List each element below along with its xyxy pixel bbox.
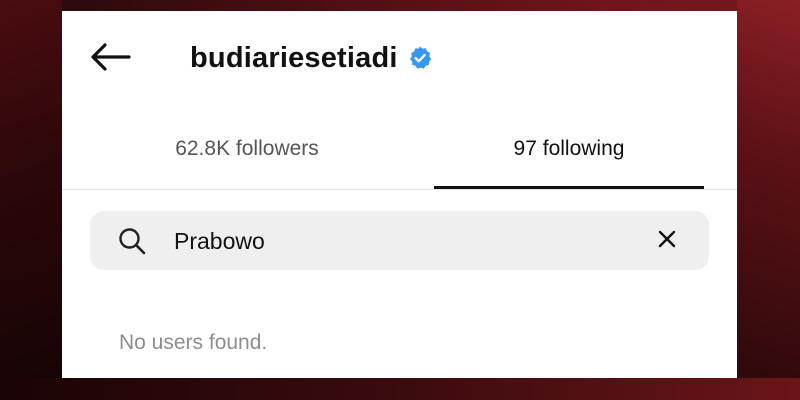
back-button[interactable] (88, 39, 132, 79)
clear-search-button[interactable] (650, 224, 684, 258)
verified-badge-icon (407, 45, 433, 71)
close-icon (657, 229, 677, 254)
backdrop-right (737, 0, 800, 400)
active-tab-indicator (434, 186, 704, 189)
search-input[interactable] (174, 221, 634, 261)
backdrop-left (0, 0, 62, 400)
tab-following[interactable]: 97 following (434, 121, 704, 189)
profile-header: budiariesetiadi (62, 11, 737, 106)
app-panel: budiariesetiadi 62.8K followers 97 follo… (62, 11, 737, 378)
profile-title: budiariesetiadi (190, 37, 433, 79)
arrow-left-icon (89, 42, 131, 77)
username: budiariesetiadi (190, 41, 398, 74)
tab-followers[interactable]: 62.8K followers (62, 121, 432, 189)
backdrop-bottom (0, 378, 800, 400)
tabs-divider (62, 189, 737, 190)
search-bar (90, 211, 709, 270)
follow-tabs: 62.8K followers 97 following (62, 121, 737, 191)
no-results-message: No users found. (119, 331, 268, 354)
search-icon (118, 227, 146, 255)
